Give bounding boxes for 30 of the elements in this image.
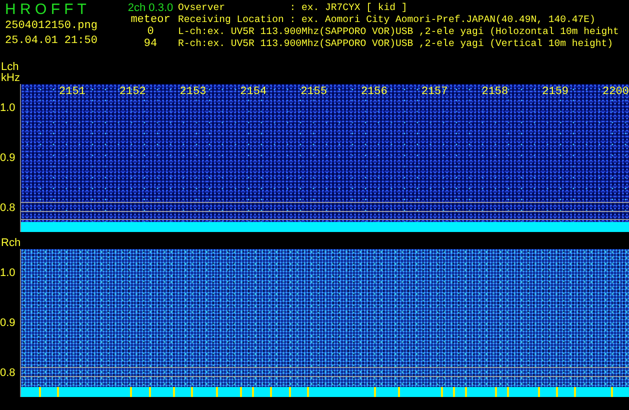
date-time: 25.04.01 21:50 (5, 35, 98, 47)
y-axis-label: 0.9 (0, 152, 16, 164)
meteor-count: 94 (144, 38, 158, 50)
y-axis-label: 0.9 (0, 317, 16, 330)
x-axis-label: 2200 (602, 86, 629, 98)
y-axis-label: 0.8 (0, 367, 16, 380)
file-name: 2504012150.png (5, 20, 98, 32)
app-version: 2ch 0.3.0 (128, 2, 174, 14)
meteor-label: meteor (130, 14, 170, 26)
x-axis-label: 2156 (360, 86, 388, 98)
channel-label: Lch (1, 62, 20, 73)
info-line: Receiving Location : ex. Aomori City Aomori-Pref.JAPAN(40.49N, 140.47E) (178, 14, 596, 26)
channel-label: Rch (1, 238, 22, 249)
y-axis-label: 1.0 (0, 102, 16, 114)
y-axis-label: 0.8 (0, 202, 16, 214)
y-axis-label: 1.0 (0, 266, 16, 279)
x-axis-label: 2157 (421, 86, 448, 98)
x-axis-label: 2158 (482, 86, 508, 98)
x-axis-label: 2155 (300, 86, 327, 98)
x-axis-label: 2151 (59, 86, 86, 98)
app-title: H R O F F T (5, 2, 88, 17)
x-axis-label: 2154 (240, 86, 267, 98)
x-axis-label: 2159 (542, 86, 569, 98)
x-axis-label: 2152 (119, 86, 146, 98)
info-line: R-ch:ex. UV5R 113.900Mhz(SAPPORO VOR)USB ,2-ele yagi (Vertical 10m height) (178, 38, 614, 50)
info-line: L-ch:ex. UV5R 113.900Mhz(SAPPORO VOR)USB ,2-ele yagi (Holozontal 10m height (178, 26, 620, 38)
meteor-count: 0 (147, 26, 154, 38)
unit-label: kHz (1, 73, 21, 84)
info-line: Ovserver : ex. JR7CYX [ kid ] (178, 2, 408, 14)
x-axis-label: 2153 (180, 86, 206, 98)
